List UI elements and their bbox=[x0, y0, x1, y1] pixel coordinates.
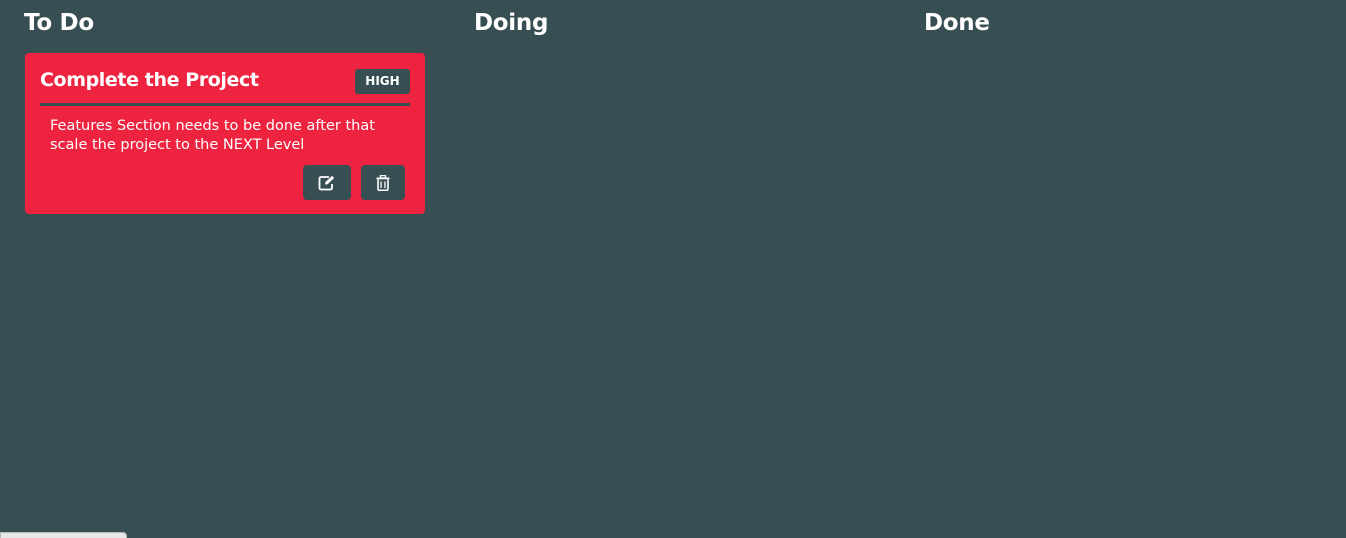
trash-icon bbox=[376, 174, 390, 191]
priority-badge: HIGH bbox=[355, 69, 410, 94]
edit-button[interactable] bbox=[303, 165, 351, 200]
browser-status-bar bbox=[0, 532, 127, 538]
card-description: Features Section needs to be done after … bbox=[50, 118, 375, 153]
edit-icon bbox=[318, 175, 336, 191]
task-card[interactable]: Complete the Project HIGH Features Secti… bbox=[25, 53, 425, 214]
delete-button[interactable] bbox=[361, 165, 405, 200]
column-title-done: Done bbox=[924, 10, 990, 36]
card-divider bbox=[40, 103, 410, 106]
column-title-todo: To Do bbox=[24, 10, 94, 36]
card-title: Complete the Project bbox=[40, 69, 259, 91]
kanban-board: To Do Complete the Project HIGH Features… bbox=[0, 0, 1346, 538]
column-title-doing: Doing bbox=[474, 10, 549, 36]
